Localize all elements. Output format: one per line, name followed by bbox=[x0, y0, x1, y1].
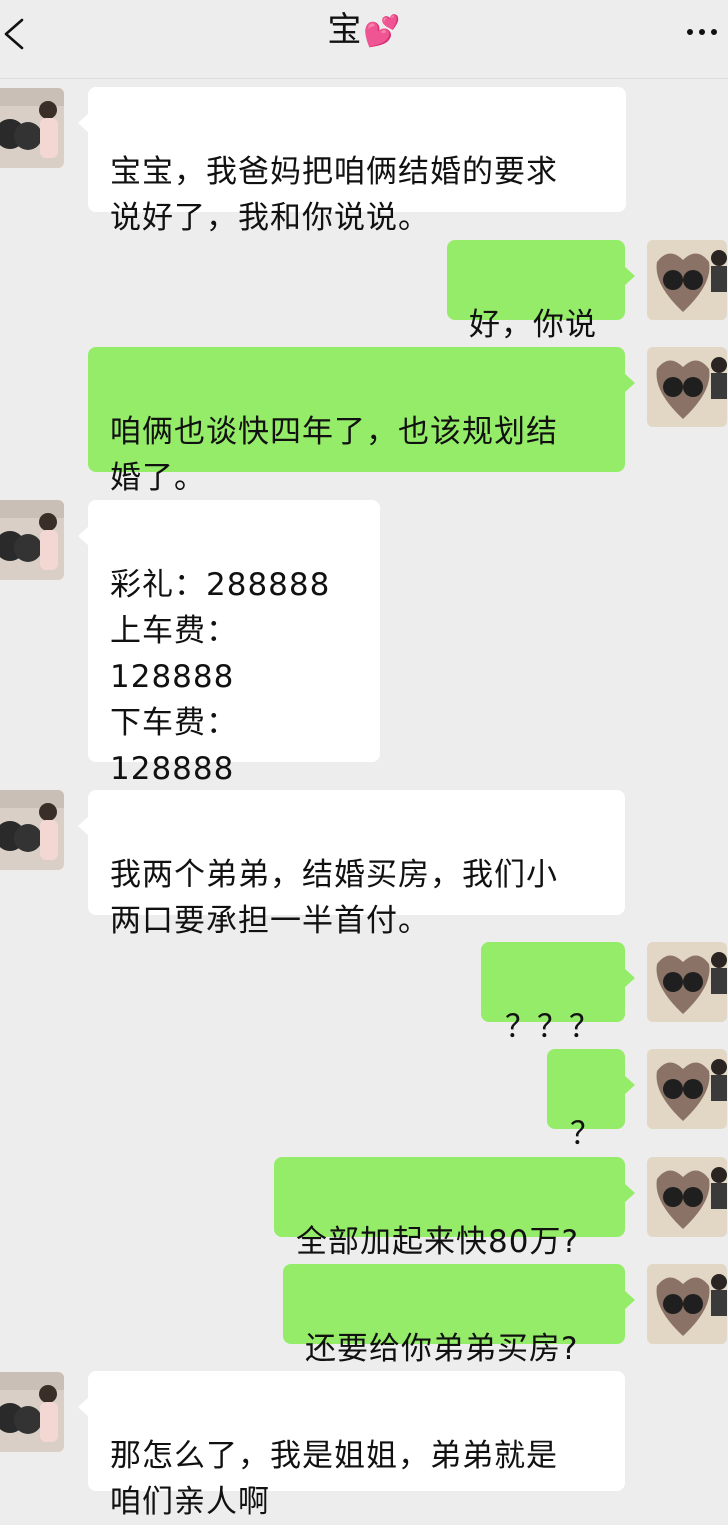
my-avatar[interactable] bbox=[647, 240, 727, 320]
message-bubble-outgoing[interactable]: 好，你说 bbox=[447, 240, 635, 343]
message-bubble-incoming[interactable]: 那怎么了，我是姐姐，弟弟就是 咱们亲人啊 bbox=[78, 1371, 625, 1520]
contact-name: 宝 bbox=[327, 10, 362, 50]
message-text: 我两个弟弟，结婚买房，我们小 两口要承担一半首付。 bbox=[110, 857, 558, 939]
message-text: ？？？ bbox=[505, 1009, 601, 1045]
contact-avatar[interactable] bbox=[0, 1372, 64, 1452]
message-text: 好，你说 bbox=[469, 307, 597, 343]
chat-title: 宝💕 bbox=[0, 10, 728, 52]
contact-avatar[interactable] bbox=[0, 500, 64, 580]
chat-header: 宝💕 bbox=[0, 0, 728, 79]
message-text: 还要给你弟弟买房? bbox=[305, 1331, 579, 1367]
my-avatar[interactable] bbox=[647, 1049, 727, 1129]
message-text: 宝宝，我爸妈把咱俩结婚的要求 说好了，我和你说说。 bbox=[110, 154, 558, 236]
message-bubble-incoming[interactable]: 宝宝，我爸妈把咱俩结婚的要求 说好了，我和你说说。 bbox=[78, 87, 626, 236]
my-avatar[interactable] bbox=[647, 1264, 727, 1344]
message-bubble-outgoing[interactable]: 咱俩也谈快四年了，也该规划结 婚了。 bbox=[88, 347, 635, 496]
message-bubble-outgoing[interactable]: ？？？ bbox=[481, 942, 635, 1045]
contact-avatar[interactable] bbox=[0, 88, 64, 168]
message-text: 咱俩也谈快四年了，也该规划结 婚了。 bbox=[110, 414, 558, 496]
more-dots-icon[interactable] bbox=[682, 22, 722, 42]
heart-emoji-icon: 💕 bbox=[363, 14, 401, 49]
my-avatar[interactable] bbox=[647, 347, 727, 427]
my-avatar[interactable] bbox=[647, 1157, 727, 1237]
message-bubble-outgoing[interactable]: ？ bbox=[547, 1049, 635, 1152]
message-bubble-outgoing[interactable]: 全部加起来快80万? bbox=[274, 1157, 635, 1260]
message-bubble-incoming[interactable]: 我两个弟弟，结婚买房，我们小 两口要承担一半首付。 bbox=[78, 790, 625, 939]
message-bubble-outgoing[interactable]: 还要给你弟弟买房? bbox=[283, 1264, 635, 1367]
message-text: 那怎么了，我是姐姐，弟弟就是 咱们亲人啊 bbox=[110, 1438, 558, 1520]
message-bubble-incoming[interactable]: 彩礼：288888 上车费：128888 下车费：128888 改口费：8888… bbox=[78, 500, 380, 879]
my-avatar[interactable] bbox=[647, 942, 727, 1022]
contact-avatar[interactable] bbox=[0, 790, 64, 870]
message-text: 全部加起来快80万? bbox=[296, 1224, 579, 1260]
message-text: ？ bbox=[570, 1116, 602, 1152]
